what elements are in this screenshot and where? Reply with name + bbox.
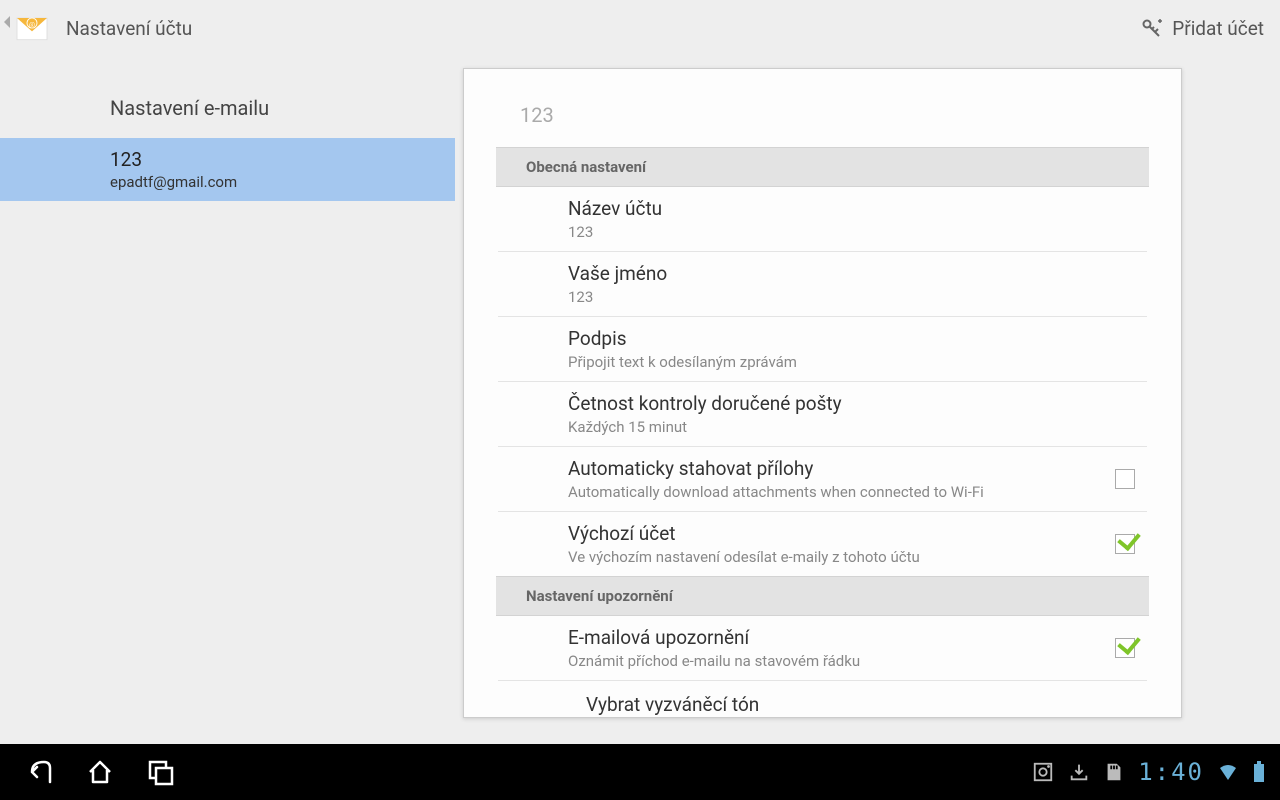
sys-back-button[interactable] [10,744,70,800]
right-pane: 123 Obecná nastavení Název účtu 123 Vaše… [455,56,1280,744]
panel-title: 123 [498,69,1147,147]
svg-text:@: @ [29,20,35,28]
status-clock: 1:40 [1138,758,1204,786]
row-sub: 123 [568,223,1135,241]
row-sub: Ve výchozím nastavení odesílat e-maily z… [568,548,1095,566]
back-icon [24,756,56,788]
wifi-icon [1218,762,1238,782]
row-title: Název účtu [568,197,1135,220]
system-tray[interactable]: 1:40 [1032,758,1270,786]
actionbar-title: Nastavení účtu [66,17,192,40]
row-title: Vaše jméno [568,262,1135,285]
row-sub: Připojit text k odesílaným zprávám [568,353,1135,371]
battery-icon [1252,761,1266,783]
row-ringtone[interactable]: Vybrat vyzváněcí tón [498,681,1147,716]
recents-icon [144,756,176,788]
row-signature[interactable]: Podpis Připojit text k odesílaným zprává… [498,317,1147,382]
account-email: epadtf@gmail.com [110,173,455,191]
row-default-account[interactable]: Výchozí účet Ve výchozím nastavení odesí… [498,512,1147,576]
row-sub: Každých 15 minut [568,418,1135,436]
email-settings-header: Nastavení e-mailu [0,96,455,138]
add-account-button[interactable]: Přidat účet [1140,16,1264,40]
screenshot-icon [1032,761,1054,783]
row-sub: Oznámit příchod e-mailu na stavovém řádk… [568,652,1095,670]
content-area: Nastavení e-mailu 123 epadtf@gmail.com 1… [0,56,1280,744]
email-notify-checkbox[interactable] [1115,638,1135,658]
sd-card-icon [1104,761,1124,783]
system-bar: 1:40 [0,744,1280,800]
app-icon-back[interactable]: @ [8,4,56,52]
row-sub: 123 [568,288,1135,306]
row-sub: Automatically download attachments when … [568,483,1095,501]
row-title: E-mailová upozornění [568,626,1095,649]
auto-download-checkbox[interactable] [1115,469,1135,489]
home-icon [84,756,116,788]
row-title: Podpis [568,327,1135,350]
add-account-label: Přidat účet [1172,17,1264,40]
account-name: 123 [110,148,455,171]
action-bar: @ Nastavení účtu Přidat účet [0,0,1280,56]
default-account-checkbox[interactable] [1115,534,1135,554]
group-notify-header: Nastavení upozornění [496,576,1149,616]
row-title: Vybrat vyzváněcí tón [586,693,1135,716]
row-title: Výchozí účet [568,522,1095,545]
left-pane: Nastavení e-mailu 123 epadtf@gmail.com [0,56,455,744]
sys-recents-button[interactable] [130,744,190,800]
row-title: Četnost kontroly doručené pošty [568,392,1135,415]
row-auto-download[interactable]: Automaticky stahovat přílohy Automatical… [498,447,1147,512]
download-tray-icon [1068,761,1090,783]
mail-app-icon: @ [12,8,52,48]
back-caret-icon [4,16,10,28]
key-plus-icon [1140,16,1164,40]
row-email-notifications[interactable]: E-mailová upozornění Oznámit příchod e-m… [498,616,1147,681]
row-check-frequency[interactable]: Četnost kontroly doručené pošty Každých … [498,382,1147,447]
group-general-header: Obecná nastavení [496,147,1149,187]
row-account-name[interactable]: Název účtu 123 [498,187,1147,252]
settings-panel: 123 Obecná nastavení Název účtu 123 Vaše… [463,68,1182,718]
sys-home-button[interactable] [70,744,130,800]
row-your-name[interactable]: Vaše jméno 123 [498,252,1147,317]
account-list-item[interactable]: 123 epadtf@gmail.com [0,138,455,201]
row-title: Automaticky stahovat přílohy [568,457,1095,480]
